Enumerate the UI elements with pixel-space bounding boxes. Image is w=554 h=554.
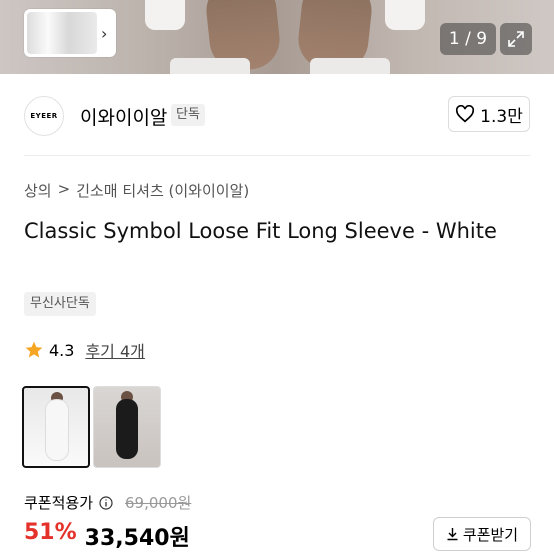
image-detail (385, 0, 425, 30)
final-price: 33,540원 (84, 526, 190, 551)
image-detail (310, 58, 390, 74)
review-link[interactable]: 후기 4개 (85, 338, 144, 362)
star-icon (25, 341, 43, 358)
expand-button[interactable] (500, 23, 532, 55)
coupon-price-label: 쿠폰적용가 (24, 494, 94, 512)
gallery-thumbnail-strip[interactable]: › (24, 9, 116, 57)
breadcrumb-item-category[interactable]: 상의 (24, 180, 52, 201)
model-figure (116, 399, 138, 459)
download-icon (447, 528, 458, 541)
image-detail (170, 58, 250, 74)
original-price: 69,000원 (125, 494, 192, 512)
like-count: 1.3만 (480, 106, 523, 127)
like-button[interactable]: 1.3만 (448, 96, 530, 132)
color-option-black[interactable] (93, 386, 161, 468)
info-icon[interactable] (99, 495, 113, 510)
rating-value: 4.3 (49, 340, 75, 360)
store-row: EYEER 이와이이알 단독 1.3만 (0, 76, 554, 156)
expand-icon (508, 31, 524, 47)
image-detail (145, 0, 185, 30)
heart-icon (456, 105, 475, 123)
exclusive-badge: 무신사단독 (24, 292, 96, 316)
price-row: 51% 33,540원 (24, 520, 190, 552)
divider (24, 155, 530, 156)
product-title: Classic Symbol Loose Fit Long Sleeve - W… (24, 219, 497, 243)
model-figure (46, 400, 68, 460)
store-exclusive-tag: 단독 (171, 104, 205, 126)
coupon-price-label-row: 쿠폰적용가 69,000원 (24, 492, 191, 513)
product-image-gallery[interactable]: › 1 / 9 (0, 0, 554, 74)
store-logo[interactable]: EYEER (24, 96, 64, 136)
gallery-counter: 1 / 9 (440, 23, 496, 55)
breadcrumb-item-subcategory[interactable]: 긴소매 티셔츠 (이와이이알) (76, 180, 249, 201)
discount-rate: 51% (24, 520, 77, 545)
color-option-white[interactable] (22, 386, 90, 468)
get-coupon-button[interactable]: 쿠폰받기 (433, 517, 531, 551)
chevron-right-icon[interactable]: › (101, 24, 107, 43)
rating-summary: 4.3 후기 4개 (24, 338, 145, 362)
store-name[interactable]: 이와이이알 (80, 103, 167, 130)
gallery-thumbnail[interactable] (27, 12, 97, 54)
get-coupon-label: 쿠폰받기 (462, 525, 519, 544)
breadcrumb: 상의 > 긴소매 티셔츠 (이와이이알) (24, 180, 249, 201)
breadcrumb-separator: > (57, 180, 71, 198)
